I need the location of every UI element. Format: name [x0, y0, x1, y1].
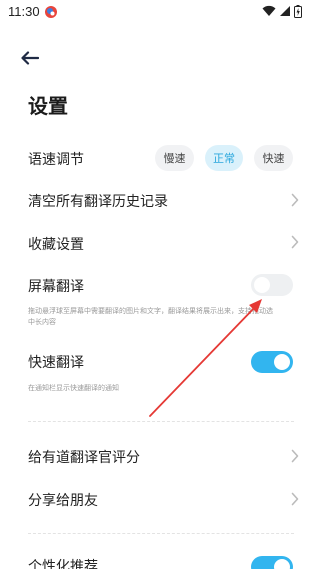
chevron-right-icon: [291, 492, 299, 506]
section-divider: [28, 421, 294, 422]
speed-option-fast[interactable]: 快速: [254, 145, 293, 171]
screen-translate-toggle[interactable]: [251, 274, 293, 296]
quick-translate-description: 在通知栏显示快速翻译的通知: [28, 384, 119, 392]
share-row[interactable]: 分享给朋友: [0, 486, 320, 516]
screen-translate-label: 屏幕翻译: [28, 279, 84, 295]
toggle-knob: [254, 277, 270, 293]
chevron-right-icon: [291, 193, 299, 207]
quick-translate-row: 快速翻译 在通知栏显示快速翻译的通知: [0, 350, 320, 400]
clear-history-label: 清空所有翻译历史记录: [28, 194, 168, 210]
speed-option-slow[interactable]: 慢速: [155, 145, 194, 171]
signal-icon: [280, 6, 290, 16]
section-divider: [28, 533, 294, 534]
screen-translate-row: 屏幕翻译 拖动悬浮球至屏幕中需要翻译的图片和文字，翻译结果将展示出来，支持拖动选…: [0, 272, 320, 332]
rate-app-label: 给有道翻译官评分: [28, 450, 140, 466]
wifi-icon: [262, 5, 276, 16]
rate-app-row[interactable]: 给有道翻译官评分: [0, 442, 320, 472]
app-notification-icon: [45, 6, 57, 18]
speed-setting-row: 语速调节 慢速 正常 快速: [0, 143, 320, 173]
favorites-label: 收藏设置: [28, 237, 84, 253]
arrow-left-icon: [21, 51, 39, 65]
quick-translate-label: 快速翻译: [28, 355, 84, 371]
personalized-rec-row: 个性化推荐: [0, 556, 320, 569]
speed-label: 语速调节: [28, 152, 84, 168]
chevron-right-icon: [291, 235, 299, 249]
quick-translate-toggle[interactable]: [251, 351, 293, 373]
back-button[interactable]: [18, 46, 42, 70]
status-time: 11:30: [8, 4, 40, 19]
favorites-setting-row[interactable]: 收藏设置: [0, 228, 320, 258]
toggle-knob: [274, 559, 290, 569]
chevron-right-icon: [291, 449, 299, 463]
toggle-knob: [274, 354, 290, 370]
speed-option-normal[interactable]: 正常: [205, 145, 243, 171]
page-title: 设置: [28, 94, 68, 118]
battery-icon: [294, 4, 302, 18]
clear-history-row[interactable]: 清空所有翻译历史记录: [0, 185, 320, 215]
screen-translate-description: 拖动悬浮球至屏幕中需要翻译的图片和文字，翻译结果将展示出来，支持拖动选中长内容: [28, 307, 273, 326]
status-bar: 11:30: [0, 0, 320, 24]
share-label: 分享给朋友: [28, 493, 98, 509]
personalized-rec-toggle[interactable]: [251, 556, 293, 569]
personalized-rec-label: 个性化推荐: [28, 559, 98, 569]
status-indicators: [262, 4, 302, 18]
